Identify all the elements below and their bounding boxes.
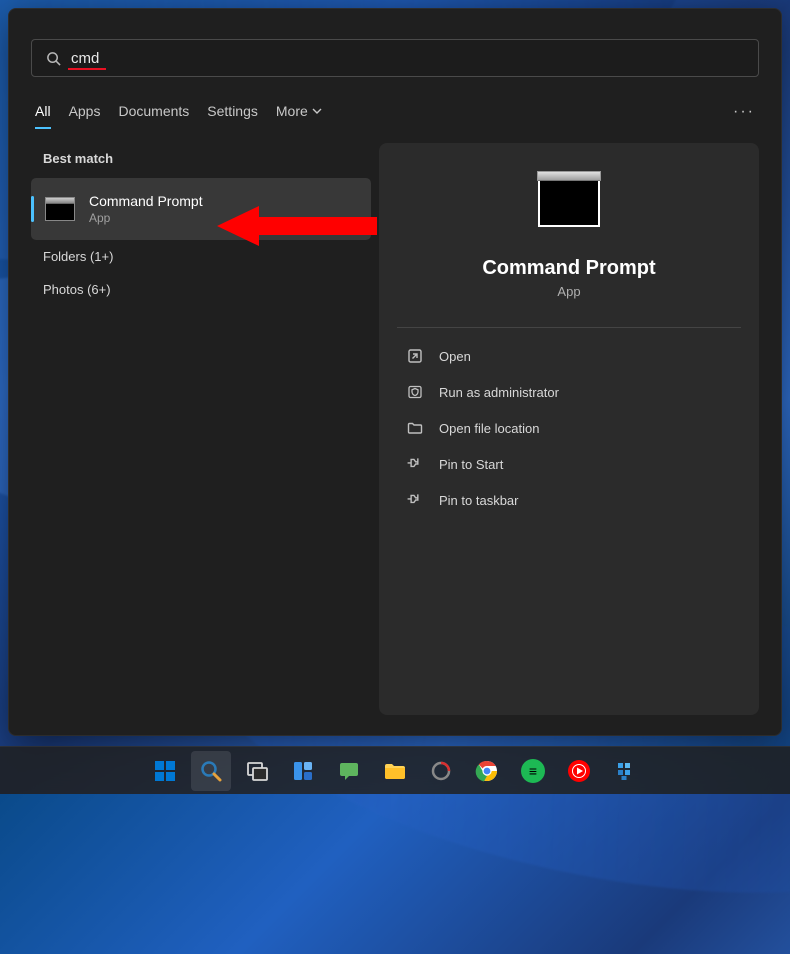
taskbar-explorer[interactable] — [375, 751, 415, 791]
taskbar-app-2[interactable] — [605, 751, 645, 791]
cmd-app-icon — [45, 197, 75, 221]
group-folders[interactable]: Folders (1+) — [31, 240, 371, 273]
spotify-icon: ≡ — [521, 759, 545, 783]
result-title: Command Prompt — [89, 193, 203, 209]
tab-more[interactable]: More — [276, 103, 322, 129]
best-match-header: Best match — [31, 143, 371, 178]
action-pin-start-label: Pin to Start — [439, 457, 503, 472]
detail-app-icon — [538, 177, 600, 227]
search-input[interactable] — [71, 50, 744, 67]
taskbar-youtube-music[interactable] — [559, 751, 599, 791]
tabs-bar: All Apps Documents Settings More ··· — [31, 103, 759, 129]
detail-panel: Command Prompt App Open Run as administr… — [379, 143, 759, 715]
tab-apps[interactable]: Apps — [69, 103, 101, 129]
spellcheck-underline — [68, 68, 106, 70]
start-search-panel: All Apps Documents Settings More ··· Bes… — [8, 8, 782, 736]
ytmusic-icon — [567, 759, 591, 783]
search-icon — [46, 51, 61, 66]
action-open-location-label: Open file location — [439, 421, 539, 436]
action-pin-start[interactable]: Pin to Start — [397, 446, 741, 482]
chrome-icon — [475, 759, 499, 783]
results-list: Best match Command Prompt App Folders (1… — [31, 143, 371, 715]
result-subtitle: App — [89, 211, 203, 225]
taskbar-widgets[interactable] — [283, 751, 323, 791]
blocks-icon — [613, 759, 637, 783]
tab-documents[interactable]: Documents — [118, 103, 189, 129]
taskbar-task-view[interactable] — [237, 751, 277, 791]
search-icon — [199, 759, 223, 783]
chat-icon — [337, 759, 361, 783]
taskbar-app-1[interactable] — [421, 751, 461, 791]
folder-icon — [383, 759, 407, 783]
result-command-prompt[interactable]: Command Prompt App — [31, 178, 371, 240]
action-run-admin-label: Run as administrator — [439, 385, 559, 400]
circle-app-icon — [429, 759, 453, 783]
action-pin-taskbar-label: Pin to taskbar — [439, 493, 519, 508]
task-view-icon — [245, 759, 269, 783]
widgets-icon — [291, 759, 315, 783]
folder-icon — [407, 420, 423, 436]
tab-settings[interactable]: Settings — [207, 103, 258, 129]
action-open[interactable]: Open — [397, 338, 741, 374]
tab-more-label: More — [276, 103, 308, 119]
group-photos[interactable]: Photos (6+) — [31, 273, 371, 306]
taskbar-chat[interactable] — [329, 751, 369, 791]
panel-more-icon[interactable]: ··· — [733, 103, 755, 129]
taskbar-search[interactable] — [191, 751, 231, 791]
open-icon — [407, 348, 423, 364]
windows-logo-icon — [153, 759, 177, 783]
detail-subtitle: App — [397, 284, 741, 299]
chevron-down-icon — [312, 106, 322, 116]
divider — [397, 327, 741, 328]
taskbar-spotify[interactable]: ≡ — [513, 751, 553, 791]
action-run-admin[interactable]: Run as administrator — [397, 374, 741, 410]
shield-icon — [407, 384, 423, 400]
action-open-label: Open — [439, 349, 471, 364]
pin-icon — [407, 456, 423, 472]
tab-all[interactable]: All — [35, 103, 51, 129]
action-pin-taskbar[interactable]: Pin to taskbar — [397, 482, 741, 518]
action-open-location[interactable]: Open file location — [397, 410, 741, 446]
start-button[interactable] — [145, 751, 185, 791]
taskbar: ≡ — [0, 746, 790, 794]
detail-title: Command Prompt — [397, 257, 741, 280]
taskbar-chrome[interactable] — [467, 751, 507, 791]
pin-icon — [407, 492, 423, 508]
search-box[interactable] — [31, 39, 759, 77]
